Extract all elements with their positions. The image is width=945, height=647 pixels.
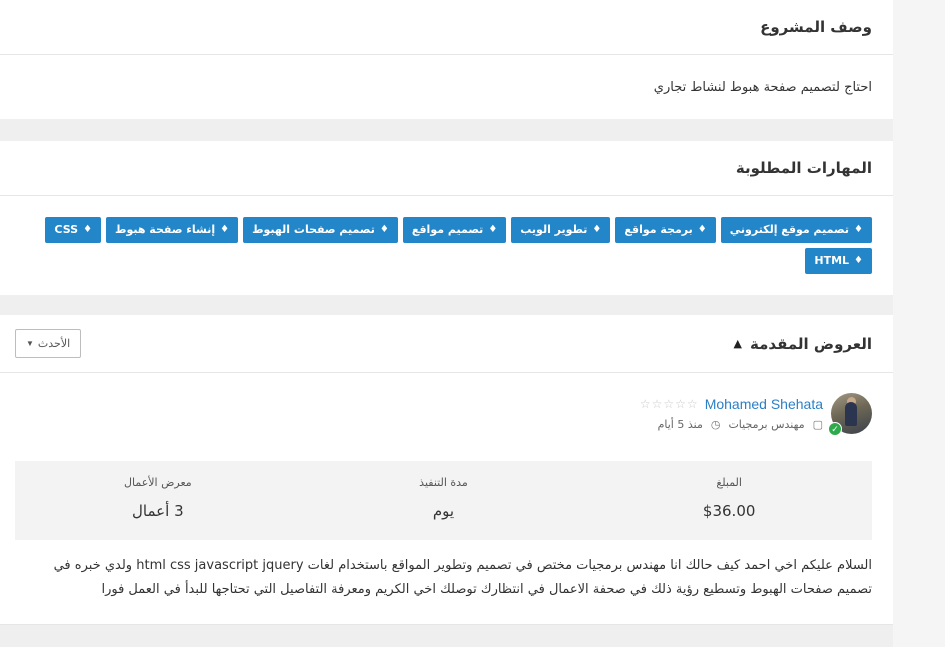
project-description-text: احتاج لتصميم صفحة هبوط لنشاط تجاري xyxy=(653,80,872,95)
skill-tag-label: تصميم موقع إلكتروني xyxy=(729,223,850,236)
tag-icon: ♦ xyxy=(488,224,498,235)
skill-tag-label: تطوير الويب xyxy=(520,223,588,236)
stat-portfolio-label: معرض الأعمال xyxy=(123,476,192,489)
stat-portfolio: معرض الأعمال 3 أعمال xyxy=(15,461,301,540)
offer-item: ✓ Mohamed Shehata ☆☆☆☆☆ ▢ مهندس برمجيات … xyxy=(0,373,893,625)
rating-stars-icon: ☆☆☆☆☆ xyxy=(639,397,699,411)
skill-tag-web-development[interactable]: ♦ تطوير الويب xyxy=(511,217,611,243)
project-description-card: وصف المشروع احتاج لتصميم صفحة هبوط لنشاط… xyxy=(0,0,893,119)
user-name-link[interactable]: Mohamed Shehata xyxy=(705,396,823,412)
skill-tag-html[interactable]: ♦ HTML xyxy=(805,248,872,274)
clock-icon: ◷ xyxy=(710,418,721,431)
tag-icon: ♦ xyxy=(592,224,602,235)
offer-header: ✓ Mohamed Shehata ☆☆☆☆☆ ▢ مهندس برمجيات … xyxy=(15,393,872,436)
stat-duration: مدة التنفيذ يوم xyxy=(301,461,587,540)
offers-title-group[interactable]: العروض المقدمة ▲ xyxy=(734,335,872,353)
stat-amount: المبلغ $36.00 xyxy=(586,461,872,540)
caret-down-icon: ▼ xyxy=(26,339,34,348)
briefcase-icon: ▢ xyxy=(812,418,823,431)
skill-tag-site-design[interactable]: ♦ تصميم مواقع xyxy=(402,217,507,243)
offer-time: منذ 5 أيام xyxy=(657,418,703,431)
skill-tag-css[interactable]: ♦ CSS xyxy=(45,217,102,243)
avatar[interactable]: ✓ xyxy=(828,393,872,436)
offers-header[interactable]: العروض المقدمة ▲ الأحدث ▼ xyxy=(0,315,893,373)
verified-check-icon: ✓ xyxy=(828,422,842,436)
stat-portfolio-value: 3 أعمال xyxy=(132,502,184,520)
required-skills-title: المهارات المطلوبة xyxy=(735,159,872,177)
main-column: وصف المشروع احتاج لتصميم صفحة هبوط لنشاط… xyxy=(0,0,893,625)
skill-tag-label: تصميم صفحات الهبوط xyxy=(252,223,375,236)
skill-tag-landing-pages-design[interactable]: ♦ تصميم صفحات الهبوط xyxy=(243,217,398,243)
project-description-title: وصف المشروع xyxy=(760,18,872,36)
tag-icon: ♦ xyxy=(83,224,93,235)
skill-tag-create-landing-page[interactable]: ♦ إنشاء صفحة هبوط xyxy=(106,217,239,243)
user-name-row: Mohamed Shehata ☆☆☆☆☆ xyxy=(640,396,823,412)
tag-icon: ♦ xyxy=(379,224,389,235)
skill-tag-label: إنشاء صفحة هبوط xyxy=(115,223,216,236)
skills-tag-list: ♦ تصميم موقع إلكتروني ♦ برمجة مواقع ♦ تطوير… xyxy=(0,196,893,295)
user-job-title: مهندس برمجيات xyxy=(728,418,805,431)
offer-stats: المبلغ $36.00 مدة التنفيذ يوم معرض الأعم… xyxy=(15,461,872,540)
user-sub-row: ▢ مهندس برمجيات ◷ منذ 5 أيام xyxy=(640,418,823,431)
skill-tag-website-design[interactable]: ♦ تصميم موقع إلكتروني xyxy=(720,217,872,243)
sort-dropdown[interactable]: الأحدث ▼ xyxy=(15,329,82,358)
stat-duration-label: مدة التنفيذ xyxy=(419,476,468,489)
offer-text: السلام عليكم اخي احمد كيف حالك انا مهندس… xyxy=(53,558,872,597)
offers-title: العروض المقدمة xyxy=(750,334,872,353)
stat-amount-label: المبلغ xyxy=(716,476,742,489)
skill-tag-label: HTML xyxy=(814,254,850,267)
sort-dropdown-label: الأحدث xyxy=(37,338,71,350)
required-skills-header: المهارات المطلوبة xyxy=(0,141,893,196)
avatar-body xyxy=(845,402,857,426)
offers-card: العروض المقدمة ▲ الأحدث ▼ ✓ Mohamed Sheh… xyxy=(0,315,893,625)
skill-tag-label: تصميم مواقع xyxy=(411,223,484,236)
tag-icon: ♦ xyxy=(854,255,863,266)
chevron-up-icon[interactable]: ▲ xyxy=(734,337,742,350)
stat-amount-value: $36.00 xyxy=(702,502,756,520)
stat-duration-value: يوم xyxy=(432,502,455,520)
tag-icon: ♦ xyxy=(220,224,230,235)
tag-icon: ♦ xyxy=(854,224,863,235)
side-strip xyxy=(893,0,945,647)
skill-tag-web-programming[interactable]: ♦ برمجة مواقع xyxy=(615,217,716,243)
skill-tag-label: برمجة مواقع xyxy=(624,223,693,236)
page: وصف المشروع احتاج لتصميم صفحة هبوط لنشاط… xyxy=(0,0,945,647)
required-skills-card: المهارات المطلوبة ♦ تصميم موقع إلكتروني ♦… xyxy=(0,141,893,295)
skill-tag-label: CSS xyxy=(54,223,79,236)
tag-icon: ♦ xyxy=(697,224,707,235)
project-description-header: وصف المشروع xyxy=(0,0,893,55)
user-meta: Mohamed Shehata ☆☆☆☆☆ ▢ مهندس برمجيات ◷ … xyxy=(640,393,823,431)
